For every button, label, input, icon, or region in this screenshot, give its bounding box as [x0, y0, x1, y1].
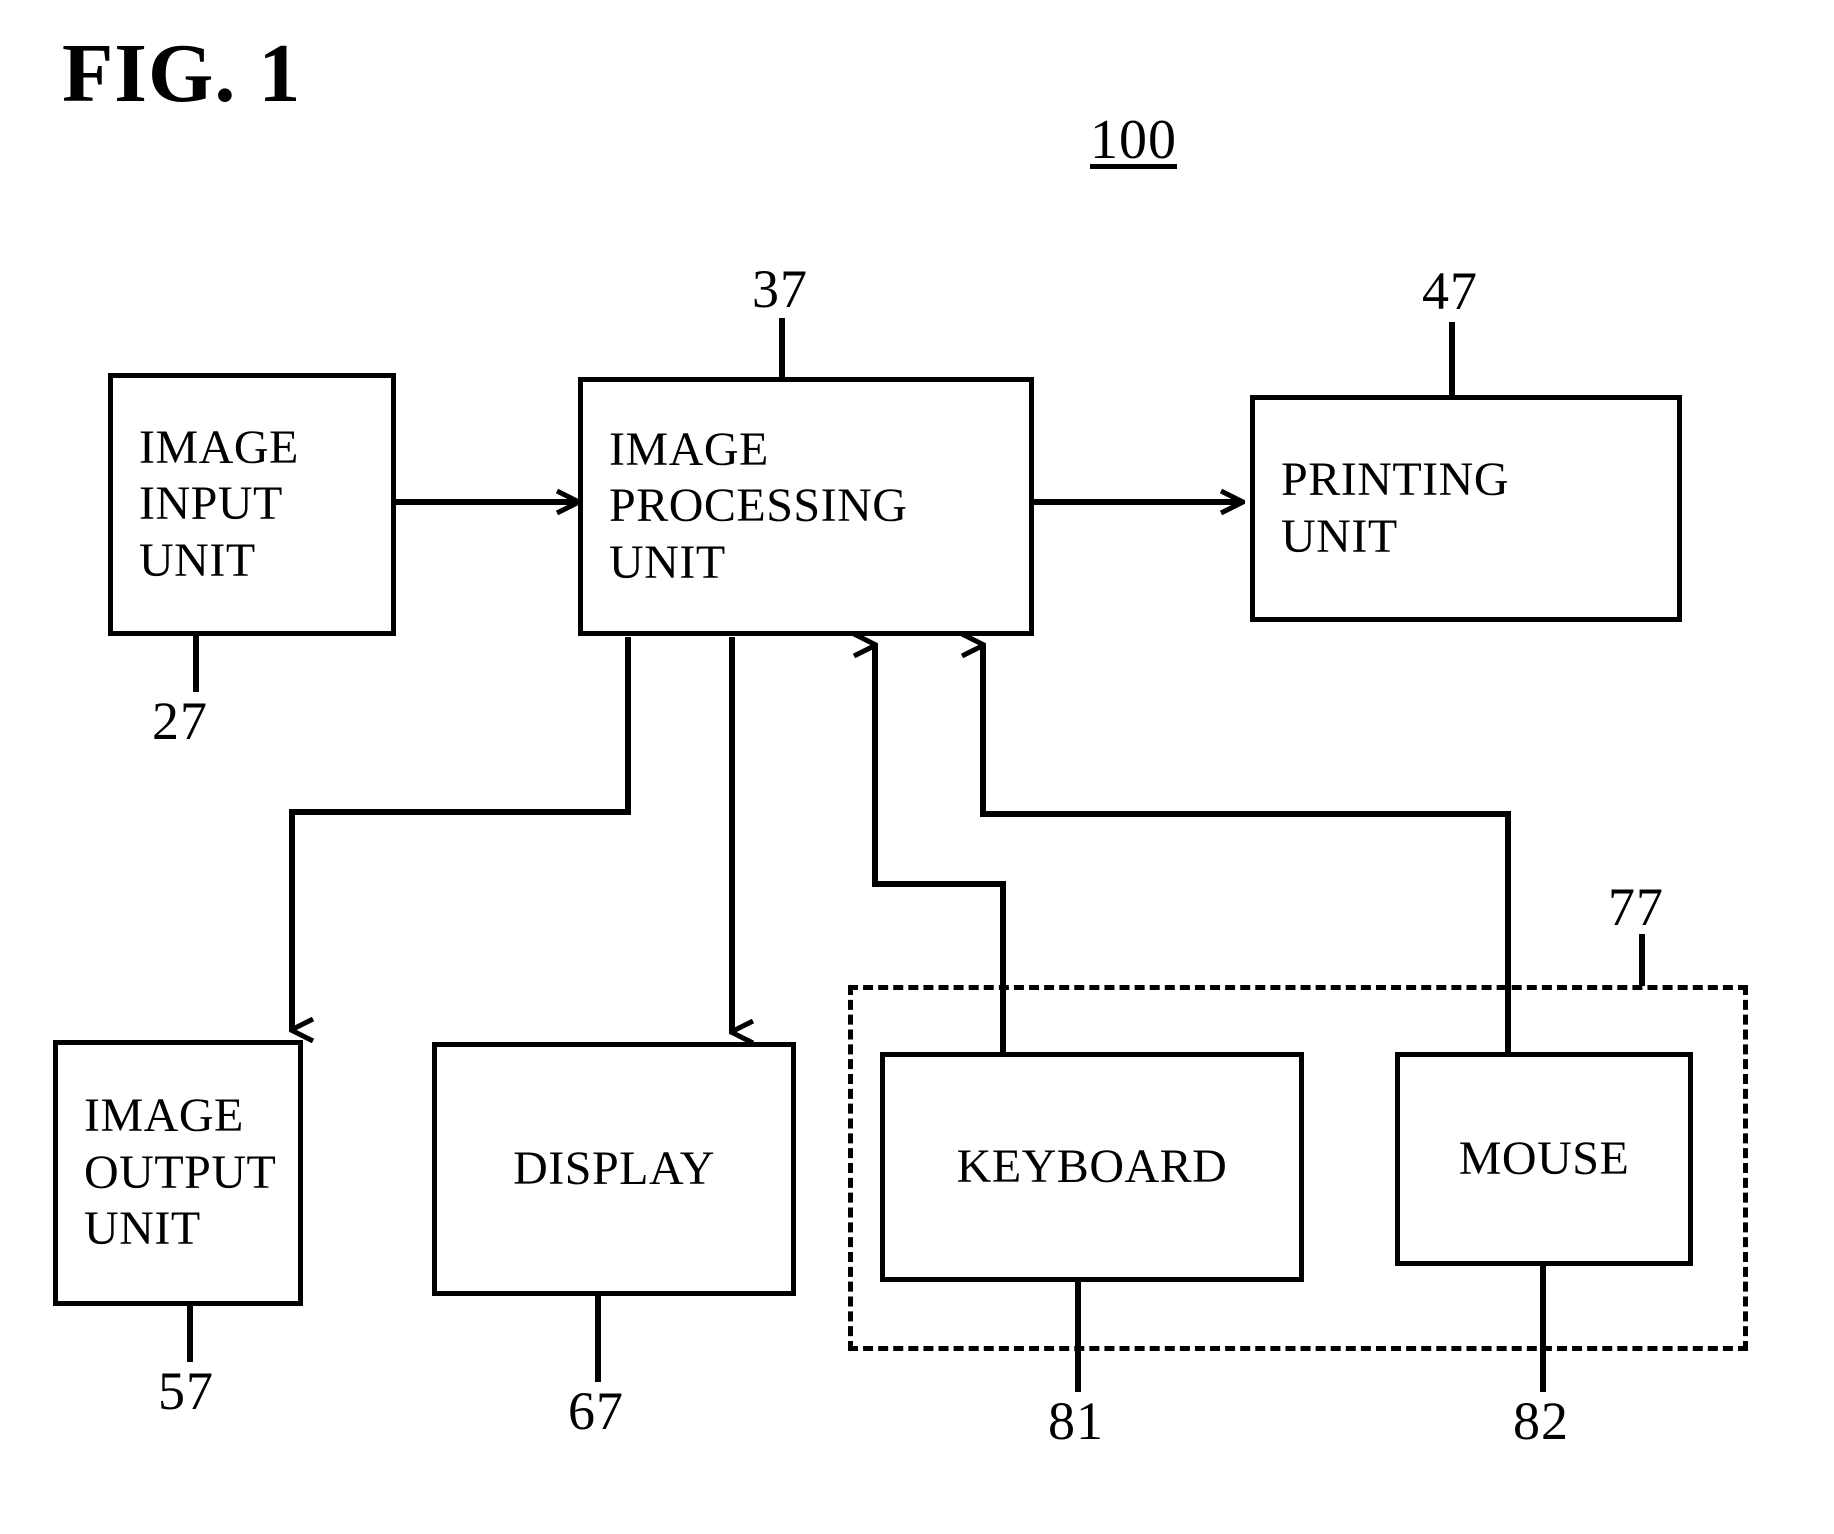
ref-numeral-77: 77: [1608, 877, 1664, 937]
block-image-output-unit[interactable]: IMAGE OUTPUT UNIT: [53, 1040, 303, 1306]
patent-figure: FIG. 1 100 IMAGE INPUT UNIT 27 IMAGE PRO…: [0, 0, 1834, 1534]
ref-numeral-27: 27: [152, 691, 208, 751]
block-printing-unit[interactable]: PRINTING UNIT: [1250, 395, 1682, 622]
block-label-image-processing-unit: IMAGE PROCESSING UNIT: [609, 422, 908, 589]
figure-title: FIG. 1: [62, 27, 302, 120]
ref-numeral-47: 47: [1422, 261, 1478, 321]
ref-numeral-37: 37: [752, 259, 808, 319]
block-mouse[interactable]: MOUSE: [1395, 1052, 1693, 1266]
ref-numeral-81: 81: [1048, 1391, 1104, 1451]
assembly-reference-label: 100: [1090, 109, 1177, 171]
block-image-processing-unit[interactable]: IMAGE PROCESSING UNIT: [578, 377, 1034, 636]
block-keyboard[interactable]: KEYBOARD: [880, 1052, 1304, 1282]
wire-processing-to-output: [289, 637, 631, 1030]
block-label-image-output-unit: IMAGE OUTPUT UNIT: [84, 1089, 277, 1256]
block-label-keyboard: KEYBOARD: [956, 1139, 1228, 1193]
block-label-mouse: MOUSE: [1458, 1131, 1630, 1185]
block-display[interactable]: DISPLAY: [432, 1042, 796, 1296]
block-image-input-unit[interactable]: IMAGE INPUT UNIT: [108, 373, 396, 636]
ref-numeral-67: 67: [568, 1381, 624, 1441]
block-label-display: DISPLAY: [513, 1141, 715, 1195]
block-label-printing-unit: PRINTING UNIT: [1281, 452, 1509, 563]
ref-numeral-57: 57: [158, 1361, 214, 1421]
ref-numeral-82: 82: [1513, 1391, 1569, 1451]
block-label-image-input-unit: IMAGE INPUT UNIT: [139, 420, 299, 587]
